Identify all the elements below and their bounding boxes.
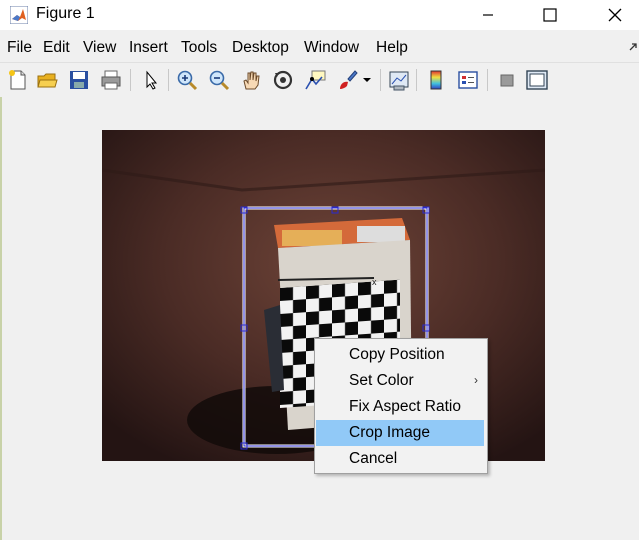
roi-context-menu: Copy Position Set Color › Fix Aspect Rat… <box>314 338 488 474</box>
svg-text:x: x <box>372 277 377 287</box>
menu-item-label: Cancel <box>349 450 398 467</box>
save-button[interactable] <box>66 67 92 93</box>
fix-aspect-ratio-menu-item[interactable]: Fix Aspect Ratio <box>316 394 484 420</box>
toolbar-separator <box>416 69 417 91</box>
legend-button[interactable] <box>455 67 481 93</box>
menu-window[interactable]: Window <box>304 39 359 57</box>
data-cursor-button[interactable] <box>302 67 328 93</box>
menu-tools[interactable]: Tools <box>181 39 217 57</box>
menu-edit[interactable]: Edit <box>43 39 70 57</box>
colorbar-icon <box>430 70 442 90</box>
print-icon <box>101 70 121 90</box>
edit-plot-arrow-icon <box>146 70 158 90</box>
dock-arrow-icon[interactable] <box>629 42 639 52</box>
menu-file[interactable]: File <box>7 39 32 57</box>
pan-button[interactable] <box>238 67 264 93</box>
submenu-arrow-icon: › <box>474 373 478 387</box>
menu-item-label: Copy Position <box>349 346 445 363</box>
title-bar: Figure 1 <box>0 0 639 30</box>
menu-item-label: Crop Image <box>349 424 430 441</box>
cancel-menu-item[interactable]: Cancel <box>316 446 484 472</box>
hide-plot-tools-icon <box>500 74 514 87</box>
menu-bar: File Edit View Insert Tools Desktop Wind… <box>0 36 639 60</box>
toolbar-separator <box>168 69 169 91</box>
brush-dropdown-button[interactable] <box>360 67 374 93</box>
hide-plot-tools-button[interactable] <box>494 67 520 93</box>
open-file-icon <box>37 73 58 88</box>
pan-hand-icon <box>243 71 260 90</box>
edit-plot-button[interactable] <box>138 67 164 93</box>
crop-image-menu-item[interactable]: Crop Image <box>316 420 484 446</box>
link-plot-button[interactable] <box>386 67 412 93</box>
new-figure-button[interactable] <box>4 67 30 93</box>
zoom-out-icon <box>209 70 230 91</box>
link-plot-icon <box>389 71 409 91</box>
maximize-button[interactable] <box>527 0 573 30</box>
open-file-button[interactable] <box>34 67 60 93</box>
new-figure-icon <box>9 70 26 90</box>
menu-desktop[interactable]: Desktop <box>232 39 289 57</box>
rotate-3d-icon <box>273 70 293 90</box>
toolbar <box>0 62 639 97</box>
minimize-icon <box>483 14 493 16</box>
save-icon <box>70 71 88 89</box>
menu-insert[interactable]: Insert <box>129 39 168 57</box>
toolbar-separator <box>380 69 381 91</box>
data-cursor-icon <box>305 70 326 90</box>
menu-help[interactable]: Help <box>376 39 408 57</box>
window-title: Figure 1 <box>36 5 95 22</box>
legend-icon <box>458 71 478 89</box>
menu-item-label: Set Color <box>349 372 414 389</box>
menu-view[interactable]: View <box>83 39 116 57</box>
minimize-button[interactable] <box>465 0 511 30</box>
maximize-icon <box>543 8 557 22</box>
window-left-edge <box>0 97 2 540</box>
rotate-3d-button[interactable] <box>270 67 296 93</box>
toolbar-separator <box>487 69 488 91</box>
set-color-menu-item[interactable]: Set Color › <box>316 368 484 394</box>
toolbar-separator <box>130 69 131 91</box>
show-plot-tools-icon <box>526 70 548 90</box>
print-button[interactable] <box>98 67 124 93</box>
menu-item-label: Fix Aspect Ratio <box>349 398 461 415</box>
colorbar-button[interactable] <box>423 67 449 93</box>
zoom-out-button[interactable] <box>206 67 232 93</box>
zoom-in-icon <box>177 70 198 91</box>
brush-dropdown-icon <box>363 78 371 82</box>
zoom-in-button[interactable] <box>174 67 200 93</box>
show-plot-tools-button[interactable] <box>524 67 550 93</box>
matlab-logo-icon <box>10 6 28 24</box>
copy-position-menu-item[interactable]: Copy Position <box>316 342 484 368</box>
close-icon <box>608 8 622 22</box>
brush-icon <box>340 70 358 89</box>
brush-button[interactable] <box>334 67 360 93</box>
close-button[interactable] <box>592 0 638 30</box>
